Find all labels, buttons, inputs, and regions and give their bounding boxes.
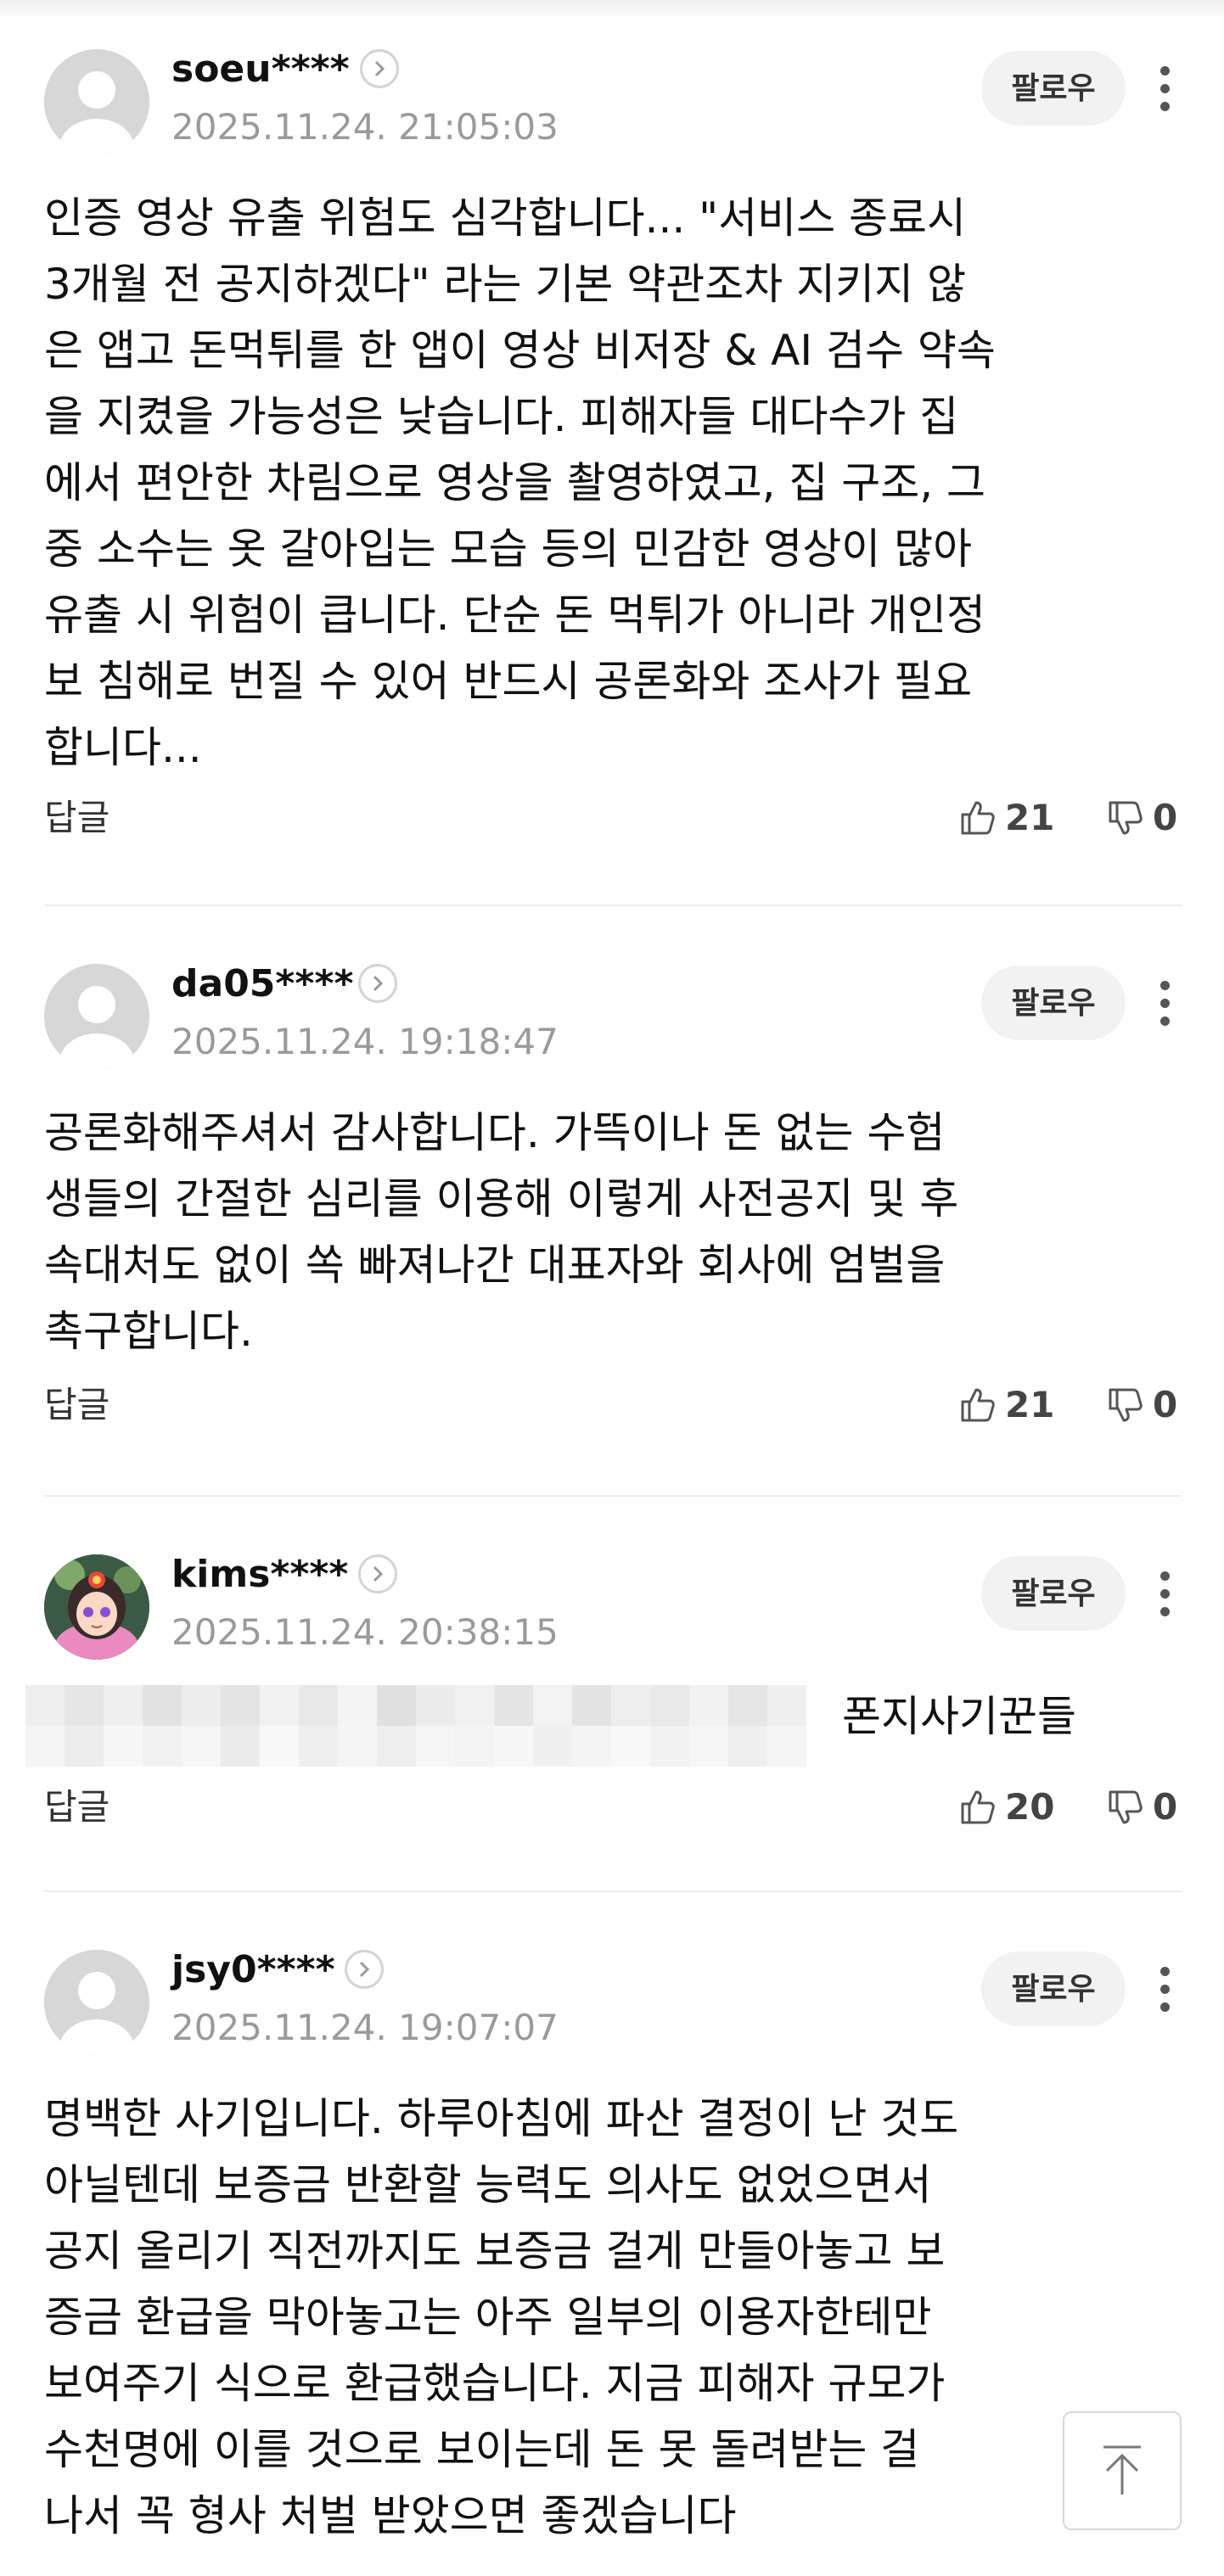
- like-button[interactable]: 21: [957, 792, 1054, 843]
- comment-divider: [44, 904, 1182, 906]
- scroll-to-top-button[interactable]: [1063, 2411, 1182, 2530]
- comment-body: 폰지사기꾼들: [842, 1692, 1076, 1741]
- comment-body: 공론화해주셔서 감사합니다. 가뜩이나 돈 없는 수험 생들의 간절한 심리를 …: [44, 1108, 959, 1356]
- thumbs-down-icon: [1109, 1388, 1143, 1422]
- chevron-right-icon[interactable]: [358, 964, 397, 1003]
- thumbs-up-icon: [961, 801, 995, 835]
- dislike-button[interactable]: 0: [1105, 1782, 1177, 1833]
- reply-button[interactable]: 답글: [44, 1380, 109, 1431]
- comment-divider: [44, 1495, 1182, 1497]
- comment-username[interactable]: jsy0****: [171, 1943, 335, 1997]
- comment-timestamp: 2025.11.24. 19:18:47: [171, 1021, 559, 1062]
- like-button[interactable]: 21: [957, 1380, 1054, 1431]
- chevron-right-icon[interactable]: [345, 1950, 384, 1989]
- blurred-text: [25, 1685, 834, 1767]
- dislike-count: 0: [1153, 797, 1178, 838]
- character-avatar-icon[interactable]: [44, 1554, 149, 1660]
- comment-username[interactable]: soeu****: [171, 42, 350, 97]
- like-count: 21: [1005, 1384, 1055, 1425]
- follow-button[interactable]: 팔로우: [981, 1556, 1126, 1631]
- comment-divider: [44, 1890, 1182, 1892]
- comment-username[interactable]: kims****: [171, 1548, 348, 1602]
- default-user-avatar-icon[interactable]: [44, 49, 149, 154]
- comment-timestamp: 2025.11.24. 21:05:03: [171, 106, 559, 148]
- comment-body: 인증 영상 유출 위험도 심각합니다... "서비스 종료시 3개월 전 공지하…: [44, 193, 996, 772]
- dislike-count: 0: [1153, 1384, 1178, 1425]
- vertical-dots-icon[interactable]: [1146, 967, 1183, 1039]
- comment-timestamp: 2025.11.24. 19:07:07: [171, 2007, 559, 2048]
- comment-username[interactable]: da05****: [171, 957, 353, 1011]
- comment-timestamp: 2025.11.24. 20:38:15: [171, 1611, 559, 1653]
- thumbs-down-icon: [1109, 801, 1143, 835]
- arrow-up-to-top-icon: [1103, 2445, 1141, 2495]
- vertical-dots-icon[interactable]: [1146, 1953, 1183, 2024]
- default-user-avatar-icon[interactable]: [44, 964, 149, 1069]
- chevron-right-icon[interactable]: [358, 1554, 397, 1593]
- comment-list-page: soeu**** 2025.11.24. 21:05:03 팔로우 인증 영상 …: [0, 0, 1224, 2576]
- thumbs-up-icon: [961, 1388, 995, 1422]
- dislike-count: 0: [1153, 1786, 1178, 1828]
- reply-button[interactable]: 답글: [44, 792, 109, 843]
- thumbs-down-icon: [1109, 1790, 1143, 1824]
- top-shadow: [0, 0, 1224, 19]
- thumbs-up-icon: [961, 1790, 995, 1824]
- dislike-button[interactable]: 0: [1105, 792, 1177, 843]
- dislike-button[interactable]: 0: [1105, 1380, 1177, 1431]
- like-count: 20: [1005, 1786, 1055, 1828]
- follow-button[interactable]: 팔로우: [981, 51, 1126, 126]
- vertical-dots-icon[interactable]: [1146, 53, 1183, 124]
- comment-body: 명백한 사기입니다. 하루아침에 파산 결정이 난 것도 아닐텐데 보증금 반환…: [44, 2094, 959, 2540]
- vertical-dots-icon[interactable]: [1146, 1558, 1183, 1629]
- like-count: 21: [1005, 797, 1055, 838]
- chevron-right-icon[interactable]: [360, 49, 399, 88]
- like-button[interactable]: 20: [957, 1782, 1054, 1833]
- follow-button[interactable]: 팔로우: [981, 966, 1126, 1040]
- default-user-avatar-icon[interactable]: [44, 1950, 149, 2055]
- follow-button[interactable]: 팔로우: [981, 1952, 1126, 2026]
- reply-button[interactable]: 답글: [44, 1782, 109, 1833]
